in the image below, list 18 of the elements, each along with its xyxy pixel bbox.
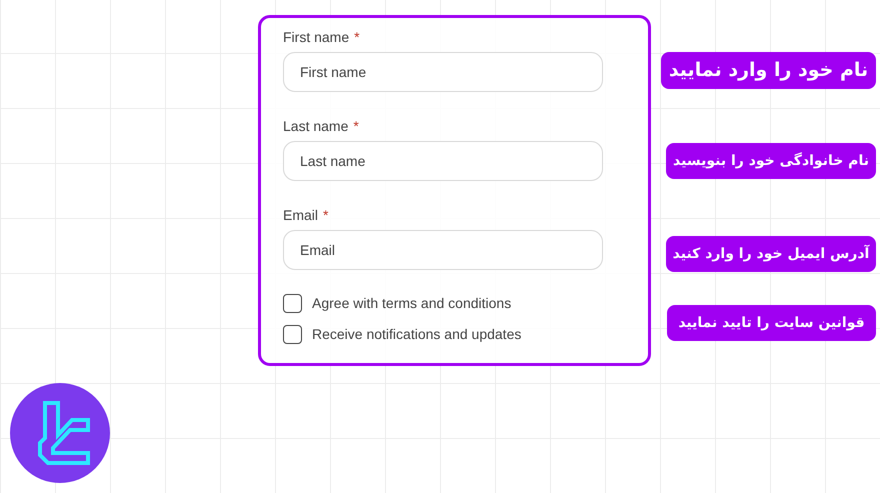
checkbox-label: Receive notifications and updates xyxy=(312,325,522,344)
checkbox[interactable] xyxy=(283,325,302,344)
field-label: Last name xyxy=(283,117,348,135)
field-label: Email xyxy=(283,206,318,224)
annotation-label: قوانین سایت را تایید نمایید xyxy=(667,305,876,341)
required-mark: * xyxy=(354,28,360,46)
checkbox[interactable] xyxy=(283,294,302,313)
required-mark: * xyxy=(323,206,328,224)
logo-icon xyxy=(10,383,110,483)
required-mark: * xyxy=(353,117,359,135)
annotation-label: نام خود را وارد نمایید xyxy=(661,52,876,89)
text-field[interactable]: First name xyxy=(283,52,603,92)
text-field[interactable]: Last name xyxy=(283,141,603,181)
annotation-label: آدرس ایمیل خود را وارد کنید xyxy=(666,236,876,272)
annotation-label: نام خانوادگی خود را بنویسید xyxy=(666,143,876,179)
field-label: First name xyxy=(283,28,350,46)
text-field[interactable]: Email xyxy=(283,230,603,270)
checkbox-label: Agree with terms and conditions xyxy=(312,294,512,313)
